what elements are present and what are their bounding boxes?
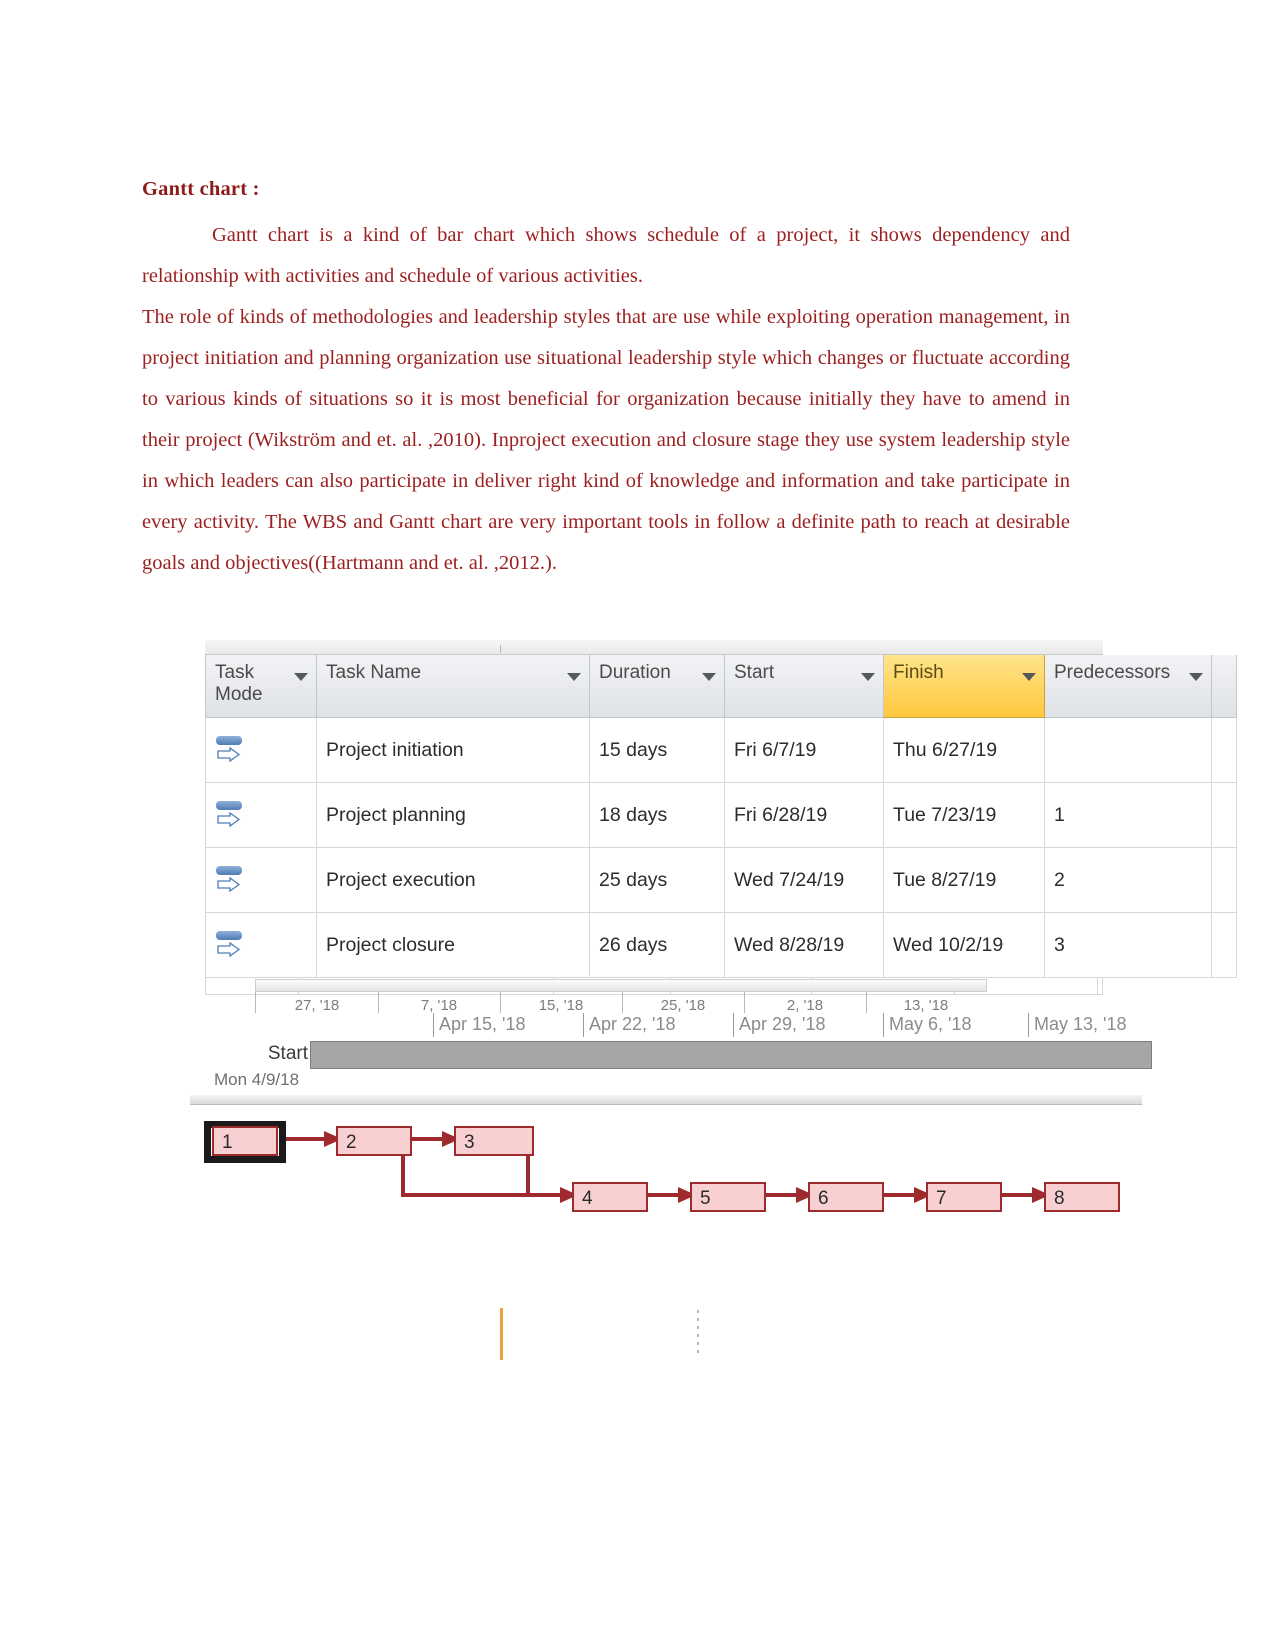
column-header-task-name-label: Task Name <box>326 662 422 683</box>
cell-task-mode[interactable] <box>205 912 317 978</box>
cell-task-mode[interactable] <box>205 847 317 913</box>
column-header-finish[interactable]: Finish <box>883 655 1045 718</box>
cell-duration[interactable]: 26 days <box>589 912 725 978</box>
timeline-major-label: May 6, '18 <box>883 1013 971 1037</box>
cell-start[interactable]: Wed 8/28/19 <box>724 912 884 978</box>
column-header-start-label: Start <box>734 662 775 683</box>
split-bar-tick <box>500 645 501 653</box>
cell-next-partial <box>1211 782 1237 848</box>
cell-finish[interactable]: Thu 6/27/19 <box>883 717 1045 783</box>
network-node-2[interactable]: 2 <box>336 1126 412 1156</box>
timeline-project-bar[interactable] <box>310 1041 1152 1069</box>
chevron-down-icon[interactable] <box>702 673 716 681</box>
column-header-duration[interactable]: Duration <box>589 655 725 718</box>
cell-next-partial <box>1211 847 1237 913</box>
network-node-8[interactable]: 8 <box>1044 1182 1120 1212</box>
cell-predecessors[interactable]: 2 <box>1044 847 1212 913</box>
column-header-start[interactable]: Start <box>724 655 884 718</box>
cell-start[interactable]: Wed 7/24/19 <box>724 847 884 913</box>
table-header-row: Task Mode Task Name Duration Start Finis… <box>205 655 1237 718</box>
chevron-down-icon[interactable] <box>1022 673 1036 681</box>
column-header-predecessors[interactable]: Predecessors <box>1044 655 1212 718</box>
gantt-timeline: 27, '18 7, '18 15, '18 25, '18 2, '18 13… <box>190 975 1152 1100</box>
column-header-predecessors-label: Predecessors <box>1054 662 1171 683</box>
table-row[interactable]: Project planning 18 days Fri 6/28/19 Tue… <box>205 782 1237 848</box>
cell-task-name[interactable]: Project planning <box>316 782 590 848</box>
footer-dotted-mark <box>697 1310 699 1358</box>
network-node-3[interactable]: 3 <box>454 1126 534 1156</box>
cell-duration[interactable]: 25 days <box>589 847 725 913</box>
table-body: Project initiation 15 days Fri 6/7/19 Th… <box>205 717 1237 978</box>
cell-duration[interactable]: 15 days <box>589 717 725 783</box>
chevron-down-icon[interactable] <box>567 673 581 681</box>
cell-finish[interactable]: Tue 7/23/19 <box>883 782 1045 848</box>
cell-start[interactable]: Fri 6/28/19 <box>724 782 884 848</box>
auto-schedule-icon <box>215 931 245 959</box>
cell-duration[interactable]: 18 days <box>589 782 725 848</box>
timeline-minor-tick: 7, '18 <box>378 991 501 1013</box>
column-header-task-name[interactable]: Task Name <box>316 655 590 718</box>
timeline-minor-scale: 27, '18 7, '18 15, '18 25, '18 2, '18 13… <box>255 991 986 1013</box>
timeline-start-label: Start <box>267 1043 308 1064</box>
column-header-task-mode[interactable]: Task Mode <box>205 655 317 718</box>
timeline-major-label: Apr 22, '18 <box>583 1013 676 1037</box>
network-node-1[interactable]: 1 <box>212 1126 278 1156</box>
table-row[interactable]: Project initiation 15 days Fri 6/7/19 Th… <box>205 717 1237 783</box>
network-node-4[interactable]: 4 <box>572 1182 648 1212</box>
auto-schedule-icon <box>215 801 245 829</box>
network-connectors <box>280 1131 1050 1203</box>
table-row[interactable]: Project execution 25 days Wed 7/24/19 Tu… <box>205 847 1237 913</box>
column-header-finish-label: Finish <box>893 662 944 683</box>
paragraph-2: The role of kinds of methodologies and l… <box>142 306 1070 574</box>
cell-task-name[interactable]: Project initiation <box>316 717 590 783</box>
chevron-down-icon[interactable] <box>1189 673 1203 681</box>
auto-schedule-icon <box>215 866 245 894</box>
cell-finish[interactable]: Tue 8/27/19 <box>883 847 1045 913</box>
cell-finish[interactable]: Wed 10/2/19 <box>883 912 1045 978</box>
table-row[interactable]: Project closure 26 days Wed 8/28/19 Wed … <box>205 912 1237 978</box>
auto-schedule-icon <box>215 736 245 764</box>
cell-task-mode[interactable] <box>205 717 317 783</box>
timeline-major-label: Apr 15, '18 <box>433 1013 526 1037</box>
paragraph-1: Gantt chart is a kind of bar chart which… <box>142 224 1070 287</box>
network-node-7[interactable]: 7 <box>926 1182 1002 1212</box>
page-title: Gantt chart : <box>142 178 260 200</box>
column-header-duration-label: Duration <box>599 662 671 683</box>
document-body: Gantt chart : Gantt chart is a kind of b… <box>142 178 1070 584</box>
project-task-table: Task Mode Task Name Duration Start Finis… <box>205 640 1237 995</box>
table-top-scroll-strip[interactable] <box>205 640 1103 655</box>
network-node-6[interactable]: 6 <box>808 1182 884 1212</box>
timeline-minor-tick: 2, '18 <box>744 991 867 1013</box>
timeline-major-label: Apr 29, '18 <box>733 1013 826 1037</box>
timeline-minor-tick: 13, '18 <box>866 991 986 1013</box>
timeline-start-date: Mon 4/9/18 <box>214 1070 300 1089</box>
cell-predecessors[interactable]: 1 <box>1044 782 1212 848</box>
cell-predecessors[interactable]: 3 <box>1044 912 1212 978</box>
cell-start[interactable]: Fri 6/7/19 <box>724 717 884 783</box>
network-node-5[interactable]: 5 <box>690 1182 766 1212</box>
column-header-next-partial[interactable] <box>1211 655 1237 718</box>
cell-task-mode[interactable] <box>205 782 317 848</box>
cell-task-name[interactable]: Project closure <box>316 912 590 978</box>
footer-cursor-mark <box>500 1308 503 1360</box>
cell-task-name[interactable]: Project execution <box>316 847 590 913</box>
timeline-major-label: May 13, '18 <box>1028 1013 1127 1037</box>
cell-predecessors[interactable] <box>1044 717 1212 783</box>
network-top-divider <box>190 1095 1142 1105</box>
cell-next-partial <box>1211 717 1237 783</box>
timeline-minor-tick: 27, '18 <box>256 991 379 1013</box>
timeline-minor-tick: 25, '18 <box>622 991 745 1013</box>
document-page: Gantt chart : Gantt chart is a kind of b… <box>0 0 1275 1650</box>
timeline-minor-tick: 15, '18 <box>500 991 623 1013</box>
cell-next-partial <box>1211 912 1237 978</box>
network-diagram: 1 2 3 4 5 6 7 8 <box>190 1095 1150 1235</box>
chevron-down-icon[interactable] <box>294 673 308 681</box>
chevron-down-icon[interactable] <box>861 673 875 681</box>
column-header-task-mode-line2: Mode <box>215 684 263 705</box>
